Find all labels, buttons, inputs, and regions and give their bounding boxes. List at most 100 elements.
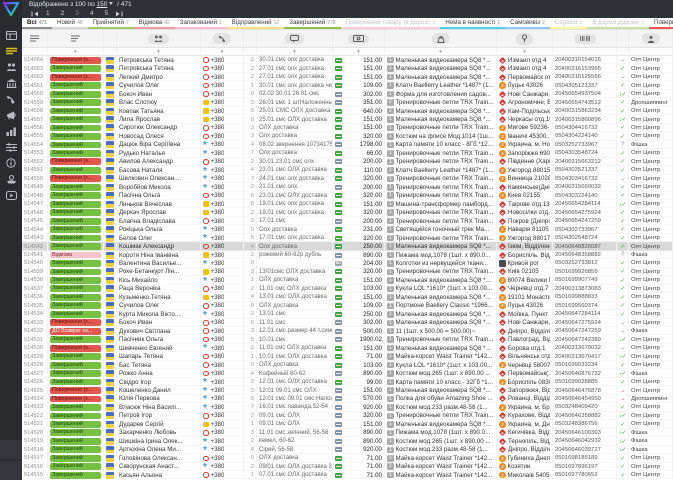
filter-product[interactable]: ▼ (385, 48, 497, 55)
table-row[interactable]: 514546 Завершений Деркач Ярослав +380 2 19.01… (22, 208, 673, 217)
sidebar-item-info[interactable] (2, 155, 20, 171)
table-row[interactable]: 514522 Завершений Петров Ігор +380 2 09.01 см… (22, 411, 673, 421)
table-row[interactable]: 514550 Повернення (з... Шелковин Олексан..… (22, 174, 673, 184)
table-row[interactable]: 514538ЗавершенийКісь Михайло+3801ОЛХ дос… (22, 276, 673, 285)
filter-name[interactable]: ▼ (117, 48, 201, 55)
tab-В дорозі додому[interactable]: В дорозі додому 0 (587, 18, 650, 29)
tab-Завершений[interactable]: Завершений 278 (284, 18, 341, 29)
tab-Повернення товару (в дорозі)[interactable]: Повернення товару (в дорозі) 0 (340, 18, 441, 29)
filter-ttn[interactable] (553, 48, 617, 55)
table-row[interactable]: 514547 Завершений Линьков Вячеслав +380 8 19.… (22, 199, 673, 209)
table-row[interactable]: 514532 ДО Возврат ок... Духович Світлана +3… (22, 327, 673, 336)
sidebar-item-company[interactable] (2, 75, 20, 91)
column-header-payment[interactable] (333, 30, 385, 47)
table-row[interactable]: 514526Завершений Свідро Ігор+380212.01 см… (22, 377, 673, 387)
page-number[interactable]: 5 (105, 9, 109, 18)
tab-Самовивіз[interactable]: Самовивіз 2 (505, 18, 550, 29)
tab-Відправлений[interactable]: Відправлений 12 (226, 18, 285, 29)
filter-phone[interactable]: ▼ (201, 48, 244, 55)
table-row[interactable]: 514529 Завершений Шапарь Тетяна +380 1 10.01 … (22, 352, 673, 361)
table-row[interactable]: 514561 Завершений Сучилов Олег +380 1 30.01 с… (22, 81, 673, 90)
column-header-comment[interactable] (257, 30, 333, 47)
sidebar-item-statistics[interactable] (2, 123, 20, 139)
column-header-ttn[interactable] (553, 30, 617, 47)
table-row[interactable]: 514548 Завершений Пасічна Ольга +380 6 23.01 … (22, 191, 673, 200)
table-row[interactable]: 514543Завершений Белов Олег+380517.01 смс… (22, 233, 673, 243)
sidebar-item-dashboard[interactable] (2, 27, 20, 43)
table-row[interactable]: 514540Завершений Валентина Василье...+380… (22, 259, 673, 268)
column-header-flag[interactable] (104, 30, 117, 47)
column-header-phone[interactable] (201, 30, 244, 47)
table-row[interactable]: 514555 Завершений Новосад Олеся +380 3 Олх до… (22, 132, 673, 141)
sidebar-item-payments[interactable] (2, 171, 20, 187)
filter-source[interactable] (629, 48, 673, 55)
table-row[interactable]: 514560 Завершений Бокоч Иван +380 0 02.02 30.… (22, 89, 673, 99)
table-row[interactable]: 514537 Завершений Раца Вероніка +380 2 11.01 … (22, 284, 673, 294)
table-row[interactable]: 514552 Повернення (з... Авилов Александр +3… (22, 157, 673, 167)
column-header-name[interactable] (117, 30, 201, 47)
sidebar-item-marketing[interactable] (2, 107, 20, 123)
column-header-id[interactable] (22, 30, 48, 47)
table-row[interactable]: 514516Завершений Скворунская Анаст...+380… (22, 462, 673, 471)
filter-check[interactable] (617, 48, 629, 55)
tab-Запакований[interactable]: Запакований 1 (174, 18, 227, 29)
tab-Всі[interactable]: Всі 471 (22, 18, 52, 29)
table-row[interactable]: 514559 Завершений Влас Слотюу +380 3 26.01 см… (22, 98, 673, 107)
table-row[interactable]: 514527 Завершений Рожко Анна +380 4 Кофейный … (22, 369, 673, 378)
column-header-count[interactable] (244, 30, 257, 47)
table-row[interactable]: 514535 Завершений Сучилов Олег +380 0 ОЛХ дос… (22, 301, 673, 311)
sidebar-item-customers[interactable] (2, 59, 20, 75)
table-row[interactable]: 514562 Повернення (з... Лепкий Дмитро +380 2… (22, 72, 673, 82)
table-row[interactable]: 514520 Завершений Захарченко Любовь +380 3 11… (22, 428, 673, 438)
tab-Новий[interactable]: Новий 48 (51, 18, 88, 29)
app-logo[interactable] (2, 1, 20, 21)
column-header-source[interactable] (629, 30, 673, 47)
table-row[interactable]: 514531 Завершений Пасічник Ольга +380 5 10.01… (22, 335, 673, 344)
column-header-product[interactable] (385, 30, 497, 47)
filter-city[interactable]: ▼ (497, 48, 553, 55)
tab-Повернен[interactable]: Повернен (649, 18, 673, 29)
table-row[interactable]: 514517 Завершений Головінова Олексан... +38… (22, 454, 673, 463)
table-row[interactable]: 514557 Завершений Лила Ярослав +380 0 25.01 с… (22, 115, 673, 124)
table-row[interactable]: 514523Завершений Власюк Ніна Василі...+38… (22, 403, 673, 412)
table-row[interactable]: 514536 Завершений Кузьменко Тетяна +380 4 13.… (22, 293, 673, 302)
table-row[interactable]: 514525Повернення (з... Кошеленко Данил+38… (22, 386, 673, 395)
filter-status[interactable]: ▼ (48, 48, 104, 55)
table-row[interactable]: 514542 Завершений Кошмак Александр +380 4 Олх… (22, 242, 673, 251)
table-row[interactable]: 514515 Завершений Касьян Альона +380 1 07.01 … (22, 470, 673, 480)
tab-Нема в наявності[interactable]: Нема в наявності 1 (440, 18, 506, 29)
sidebar-item-settings[interactable] (2, 139, 20, 155)
table-row[interactable]: 514521 Завершений Дударев Сергій +380 1 09.01… (22, 420, 673, 429)
page-size-select[interactable]: 150 (97, 1, 116, 8)
tab-Прийнятий[interactable]: Прийнятий 7 (87, 18, 134, 29)
table-row[interactable]: 514563 Завершений Петровська Тетяна +380 2 27… (22, 64, 673, 73)
filter-payment[interactable]: ▼ (333, 48, 385, 55)
table-row[interactable]: 514541 Відмова Коротя Ніна Іванівна +380 2 ро… (22, 250, 673, 260)
sidebar-item-telephony[interactable] (2, 91, 20, 107)
table-row[interactable]: 514549Завершений Воробйов Микола+380221.0… (22, 183, 673, 192)
filter-comment[interactable]: ▼ (257, 48, 333, 55)
table-row[interactable]: 514528 Завершений Бас Тетяна +380 0 ОЛХ доста… (22, 360, 673, 370)
table-row[interactable]: 514518Завершений Артюхіна Олена Ми...+380… (22, 445, 673, 455)
table-row[interactable]: 514554Завершений Дацюк Віра Сергіївна+380… (22, 140, 673, 150)
table-row[interactable]: 514533 Повернення (з... Бокоч Иван +380 6 11.… (22, 318, 673, 327)
table-row[interactable]: 514553Завершений Рудько Наталья+3807Олх д… (22, 149, 673, 158)
page-number[interactable]: 4 (90, 9, 94, 18)
filter-flag[interactable] (104, 48, 117, 55)
table-row[interactable]: 514534Завершений Курта Микола Вікто...+38… (22, 310, 673, 319)
table-row[interactable]: 514551Завершений Басова Наталя+380423.01 … (22, 166, 673, 175)
table-row[interactable]: 514519Завершений Шишкіна Ірина Олек...+38… (22, 437, 673, 446)
table-row[interactable]: 514544Завершений Рокіцька Ольга+3800Олх д… (22, 225, 673, 234)
tab-Відмова[interactable]: Відмова 42 (133, 18, 175, 29)
table-row[interactable]: 514524Повернення (з...Юлія Первова+38051… (22, 394, 673, 404)
column-header-status[interactable] (48, 30, 104, 47)
last-page-button[interactable] (115, 11, 123, 17)
table-row[interactable]: 514539 Завершений Роке-Бетанкурт Лін... +38… (22, 267, 673, 277)
table-row[interactable]: 514556 Завершений Сиротюк Олександр +380 3 ОЛ… (22, 123, 673, 133)
table-row[interactable]: 514545 Завершений Благіна Владіслава +380 3 1… (22, 216, 673, 226)
sidebar-item-tutorials[interactable] (2, 187, 20, 203)
column-header-city[interactable] (497, 30, 553, 47)
filter-id[interactable] (22, 48, 48, 55)
page-number[interactable]: 1 (46, 9, 50, 18)
table-row[interactable]: 514558 Завершений Ковпак Татьяна +380 5 25.01… (22, 106, 673, 116)
